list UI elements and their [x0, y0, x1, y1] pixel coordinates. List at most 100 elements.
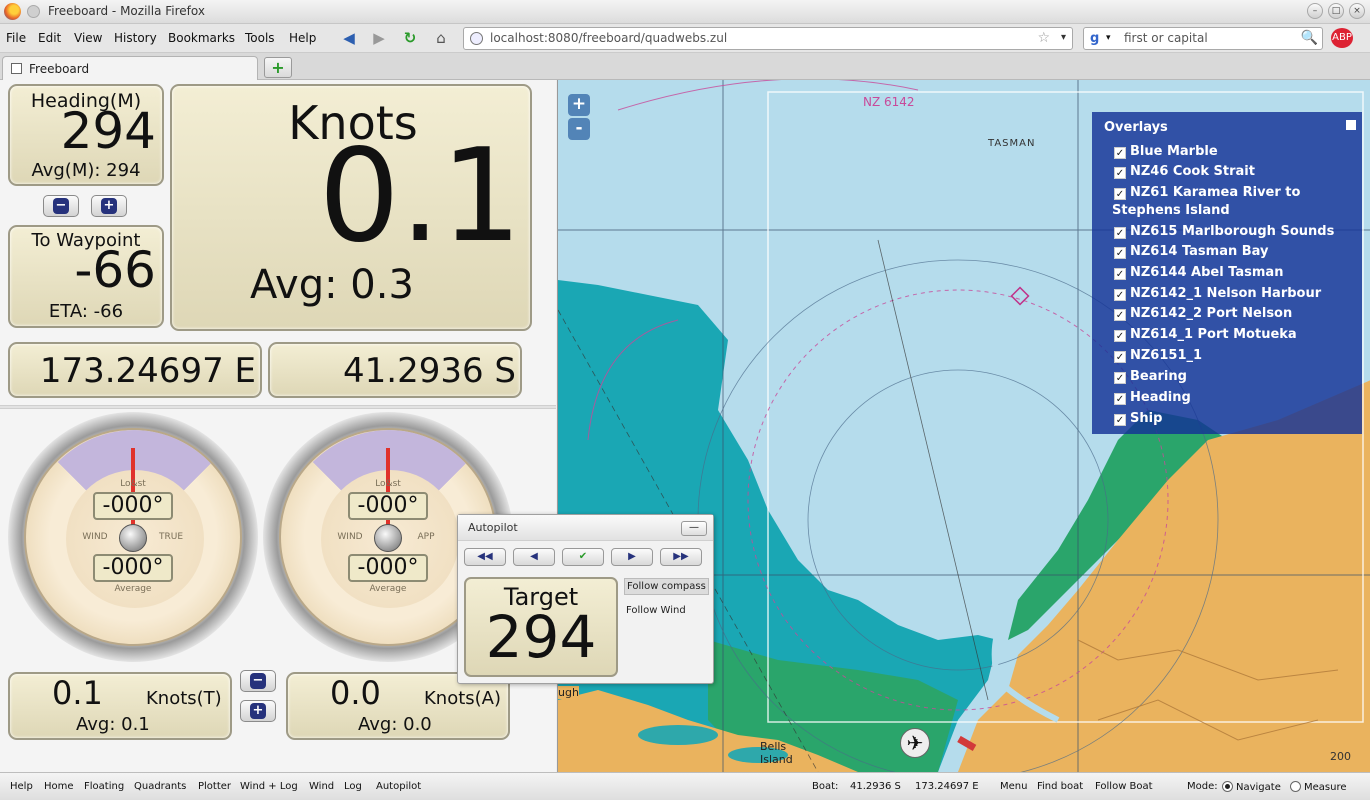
back-arrow-icon[interactable]: ◀ — [340, 29, 358, 47]
tab-freeboard[interactable]: Freeboard — [2, 56, 258, 80]
checkbox-icon[interactable]: ✓ — [1114, 227, 1126, 239]
new-tab-button[interactable]: + — [264, 57, 292, 78]
url-history-dropdown-icon[interactable]: ▾ — [1061, 32, 1066, 43]
overlay-nz6142-2[interactable]: ✓ NZ6142_2 Port Nelson — [1114, 306, 1292, 321]
maximize-button[interactable]: □ — [1328, 3, 1344, 19]
autopilot-port-1-button[interactable]: ◀ — [513, 548, 555, 566]
menu-edit[interactable]: Edit — [38, 31, 61, 45]
overlays-collapse-button[interactable] — [1346, 120, 1356, 130]
minimize-button[interactable]: – — [1307, 3, 1323, 19]
nav-wind-log[interactable]: Wind + Log — [240, 781, 298, 792]
menu-button[interactable]: Menu — [1000, 781, 1027, 792]
adblock-addon-icon[interactable]: ABP — [1331, 28, 1353, 48]
overlay-nz615[interactable]: ✓ NZ615 Marlborough Sounds — [1114, 224, 1334, 239]
checkbox-icon[interactable]: ✓ — [1114, 167, 1126, 179]
latitude-value: 41.2936 S — [343, 351, 516, 391]
overlay-label: NZ6144 Abel Tasman — [1130, 265, 1284, 280]
overlay-nz614[interactable]: ✓ NZ614 Tasman Bay — [1114, 244, 1269, 259]
overlay-nz61[interactable]: ✓ NZ61 Karamea River to — [1114, 185, 1300, 200]
zoom-out-button[interactable]: - — [568, 118, 590, 140]
reload-icon[interactable]: ↻ — [401, 29, 419, 47]
checkbox-icon[interactable]: ✓ — [1114, 247, 1126, 259]
heading-plus-button[interactable]: + — [91, 195, 127, 217]
checkbox-icon[interactable]: ✓ — [1114, 147, 1126, 159]
radio-selected-icon[interactable] — [1222, 781, 1233, 792]
apparent-wind-speed-value: 0.0 — [330, 674, 381, 712]
checkbox-icon[interactable]: ✓ — [1114, 414, 1126, 426]
checkbox-icon[interactable]: ✓ — [1114, 393, 1126, 405]
zoom-in-button[interactable]: + — [568, 94, 590, 116]
true-wind-speed-display: 0.1 Knots(T) Avg: 0.1 — [8, 672, 232, 740]
checkbox-icon[interactable]: ✓ — [1114, 188, 1126, 200]
overlay-nz46[interactable]: ✓ NZ46 Cook Strait — [1114, 164, 1255, 179]
menu-bar: File Edit View History Bookmarks Tools H… — [0, 24, 1370, 53]
apparent-wind-average: -000° — [348, 554, 428, 582]
panel-splitter[interactable] — [0, 405, 556, 409]
nav-autopilot[interactable]: Autopilot — [376, 781, 421, 792]
checkbox-icon[interactable]: ✓ — [1114, 330, 1126, 342]
url-text[interactable]: localhost:8080/freeboard/quadwebs.zul — [490, 31, 727, 45]
autopilot-starboard-1-button[interactable]: ▶ — [611, 548, 653, 566]
heading-minus-button[interactable]: − — [43, 195, 79, 217]
nav-wind[interactable]: Wind — [309, 781, 334, 792]
wind-minus-button[interactable]: − — [240, 670, 276, 692]
bookmark-star-icon[interactable]: ☆ — [1037, 30, 1050, 46]
follow-boat-button[interactable]: Follow Boat — [1095, 781, 1153, 792]
menu-help[interactable]: Help — [289, 31, 316, 45]
autopilot-minimize-button[interactable]: — — [681, 521, 707, 536]
nav-log[interactable]: Log — [344, 781, 362, 792]
nav-home[interactable]: Home — [44, 781, 74, 792]
checkbox-icon[interactable]: ✓ — [1114, 351, 1126, 363]
mode-navigate-radio[interactable]: Navigate — [1222, 781, 1281, 793]
menu-history[interactable]: History — [114, 31, 157, 45]
minus-icon: − — [53, 198, 69, 214]
nav-help[interactable]: Help — [10, 781, 33, 792]
mode-measure-radio[interactable]: Measure — [1290, 781, 1347, 793]
search-engine-icon[interactable]: g — [1090, 31, 1099, 46]
overlay-nz6142-1[interactable]: ✓ NZ6142_1 Nelson Harbour — [1114, 286, 1321, 301]
wind-plus-button[interactable]: + — [240, 700, 276, 722]
true-wind-direction: -000° — [93, 492, 173, 520]
overlay-nz614-1[interactable]: ✓ NZ614_1 Port Motueka — [1114, 327, 1297, 342]
menu-bookmarks[interactable]: Bookmarks — [168, 31, 235, 45]
url-bar[interactable]: localhost:8080/freeboard/quadwebs.zul ☆ … — [463, 27, 1073, 50]
close-button[interactable]: × — [1349, 3, 1365, 19]
menu-file[interactable]: File — [6, 31, 26, 45]
menu-tools[interactable]: Tools — [245, 31, 275, 45]
follow-compass-option[interactable]: Follow compass — [624, 578, 709, 595]
window-titlebar: Freeboard - Mozilla Firefox – □ × — [0, 0, 1370, 24]
follow-wind-option[interactable]: Follow Wind — [624, 603, 688, 618]
checkbox-icon[interactable]: ✓ — [1114, 372, 1126, 384]
overlay-nz6151-1[interactable]: ✓ NZ6151_1 — [1114, 348, 1202, 363]
overlay-blue-marble[interactable]: ✓ Blue Marble — [1114, 144, 1218, 159]
overlay-heading[interactable]: ✓ Heading — [1114, 390, 1191, 405]
gauge-average-label: Average — [114, 584, 152, 594]
nav-floating[interactable]: Floating — [84, 781, 124, 792]
find-boat-button[interactable]: Find boat — [1037, 781, 1083, 792]
radio-unselected-icon[interactable] — [1290, 781, 1301, 792]
checkbox-icon[interactable]: ✓ — [1114, 268, 1126, 280]
overlay-label: NZ614_1 Port Motueka — [1130, 327, 1297, 342]
search-engine-dropdown-icon[interactable]: ▾ — [1106, 33, 1111, 43]
checkbox-icon[interactable]: ✓ — [1114, 289, 1126, 301]
autopilot-starboard-10-button[interactable]: ▶▶ — [660, 548, 702, 566]
forward-arrow-icon[interactable]: ▶ — [370, 29, 388, 47]
autopilot-engage-button[interactable]: ✔ — [562, 548, 604, 566]
checkbox-icon[interactable]: ✓ — [1114, 309, 1126, 321]
search-go-icon[interactable]: 🔍 — [1301, 30, 1318, 46]
window-menu-icon[interactable] — [27, 5, 40, 18]
menu-view[interactable]: View — [74, 31, 102, 45]
autopilot-titlebar[interactable]: Autopilot — — [458, 515, 713, 541]
autopilot-port-10-button[interactable]: ◀◀ — [464, 548, 506, 566]
home-icon[interactable]: ⌂ — [432, 29, 450, 47]
site-identity-icon[interactable] — [470, 32, 483, 45]
nav-plotter[interactable]: Plotter — [198, 781, 231, 792]
overlay-nz6144[interactable]: ✓ NZ6144 Abel Tasman — [1114, 265, 1283, 280]
depth-contour-label: 200 — [1330, 750, 1351, 763]
overlay-bearing[interactable]: ✓ Bearing — [1114, 369, 1187, 384]
overlay-ship[interactable]: ✓ Ship — [1114, 411, 1162, 426]
search-input[interactable]: first or capital — [1124, 31, 1208, 45]
nav-quadrants[interactable]: Quadrants — [134, 781, 186, 792]
gauge-top-label: Lo&st — [120, 479, 146, 489]
search-box[interactable]: g ▾ first or capital 🔍 — [1083, 27, 1323, 50]
